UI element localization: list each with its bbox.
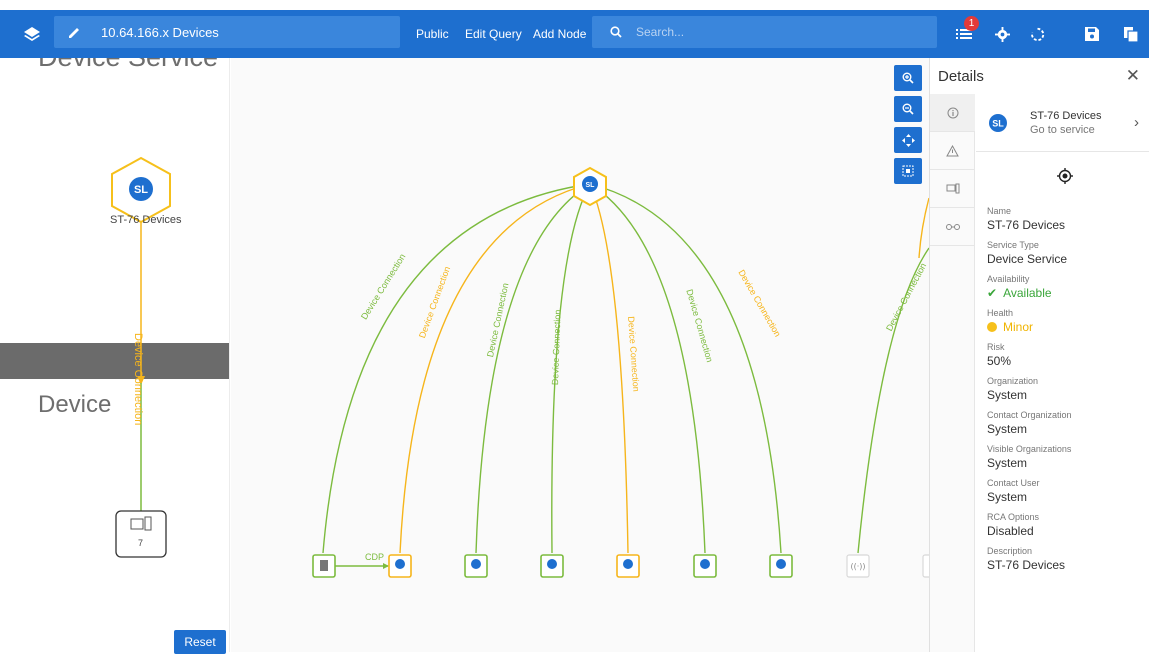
search-placeholder: Search... bbox=[636, 25, 685, 39]
map-title-field[interactable]: 10.64.166.x Devices bbox=[54, 16, 400, 48]
tab-events[interactable] bbox=[930, 132, 975, 170]
health-dot-icon bbox=[987, 322, 997, 332]
service-node-label: ST-76 Devices bbox=[110, 214, 182, 226]
graph-svg: SL ((·)) bbox=[312, 166, 929, 578]
cdp-label: CDP bbox=[365, 552, 385, 562]
prop-availability: ✔ Available bbox=[987, 286, 1147, 300]
pan-button[interactable] bbox=[894, 127, 922, 153]
notification-badge: 1 bbox=[964, 16, 979, 31]
edge-device-connection bbox=[589, 183, 629, 554]
svg-text:SL: SL bbox=[992, 118, 1004, 128]
tab-devices[interactable] bbox=[930, 170, 975, 208]
prop-label-visible-organizations: Visible Organizations bbox=[987, 444, 1072, 454]
reset-button[interactable]: Reset bbox=[174, 630, 226, 654]
search-input[interactable]: Search... bbox=[592, 16, 937, 48]
prop-label-organization: Organization bbox=[987, 376, 1039, 386]
graph-canvas[interactable]: SL ((·)) Device Connection Device Connec… bbox=[231, 58, 929, 652]
sl1-logo-icon bbox=[395, 559, 405, 569]
service-card[interactable]: SL ST-76 Devices Go to service › bbox=[976, 94, 1149, 152]
info-icon bbox=[947, 107, 958, 118]
prop-label-contact-organization: Contact Organization bbox=[987, 410, 1072, 420]
prop-value-contact-organization: System bbox=[987, 422, 1028, 436]
device-icon bbox=[946, 183, 959, 193]
sl1-logo-icon bbox=[547, 559, 557, 569]
prop-label-service-type: Service Type bbox=[987, 240, 1039, 250]
prop-value-service-type: Device Service bbox=[987, 252, 1068, 266]
zoom-out-icon bbox=[902, 103, 914, 115]
go-to-service-link[interactable]: Go to service bbox=[1030, 124, 1130, 136]
search-icon bbox=[610, 26, 622, 38]
prop-value-organization: System bbox=[987, 388, 1028, 402]
zoom-out-button[interactable] bbox=[894, 96, 922, 122]
link-icon bbox=[945, 223, 960, 230]
edge-device-connection bbox=[589, 183, 706, 554]
details-title: Details bbox=[938, 67, 984, 85]
sl1-logo-icon bbox=[700, 559, 710, 569]
prop-value-name: ST-76 Devices bbox=[987, 218, 1066, 232]
zoom-controls bbox=[894, 65, 922, 189]
details-tabs bbox=[930, 94, 975, 652]
tab-info[interactable] bbox=[930, 94, 975, 132]
prop-label-health: Health bbox=[987, 308, 1014, 318]
prop-label-rca-options: RCA Options bbox=[987, 512, 1040, 522]
prop-value-risk: 50% bbox=[987, 354, 1012, 368]
add-node-button[interactable]: Add Node bbox=[533, 10, 586, 58]
warning-icon bbox=[946, 144, 959, 156]
prop-label-risk: Risk bbox=[987, 342, 1005, 352]
prop-label-availability: Availability bbox=[987, 274, 1030, 284]
details-properties: Name ST-76 Devices Service Type Device S… bbox=[987, 198, 1147, 572]
edge-device-connection bbox=[475, 183, 591, 554]
gear-icon[interactable] bbox=[990, 10, 1014, 58]
pencil-icon bbox=[69, 27, 79, 38]
map-title: 10.64.166.x Devices bbox=[101, 24, 219, 40]
zoom-in-button[interactable] bbox=[894, 65, 922, 91]
zoom-in-icon bbox=[902, 72, 914, 84]
prop-label-name: Name bbox=[987, 206, 1012, 216]
svg-text:SL: SL bbox=[586, 182, 596, 189]
layer-panel: Device Service Device SL ST-76 Devices 7… bbox=[0, 58, 230, 652]
top-strip bbox=[0, 0, 1149, 10]
prop-value-description: ST-76 Devices bbox=[987, 558, 1066, 572]
layers-icon[interactable] bbox=[22, 10, 42, 58]
svg-text:SL: SL bbox=[134, 184, 148, 196]
fit-screen-icon bbox=[902, 165, 914, 177]
sl1-logo-icon: SL bbox=[989, 113, 1007, 132]
prop-value-availability: Available bbox=[1003, 286, 1052, 300]
fit-to-screen-button[interactable] bbox=[894, 158, 922, 184]
close-icon[interactable]: ✕ bbox=[1126, 66, 1140, 86]
edit-query-button[interactable]: Edit Query bbox=[465, 10, 522, 58]
details-header: Details ✕ bbox=[930, 58, 1149, 94]
save-icon[interactable] bbox=[1080, 10, 1104, 58]
server-icon bbox=[320, 560, 328, 571]
prop-label-contact-user: Contact User bbox=[987, 478, 1040, 488]
tab-relationships[interactable] bbox=[930, 208, 975, 246]
device-group-count: 7 bbox=[138, 538, 144, 548]
prop-value-visible-organizations: System bbox=[987, 456, 1028, 470]
layer-graph: SL bbox=[111, 156, 171, 558]
layer-edge-label: Device Connection bbox=[132, 333, 144, 426]
chevron-right-icon[interactable]: › bbox=[1134, 114, 1139, 131]
sl1-logo-icon bbox=[471, 559, 481, 569]
prop-value-health: Minor bbox=[1003, 320, 1034, 334]
sl1-logo-icon bbox=[776, 559, 786, 569]
edge-device-connection bbox=[857, 247, 929, 554]
device-group-node[interactable] bbox=[115, 510, 167, 558]
service-card-name: ST-76 Devices bbox=[1030, 109, 1102, 122]
sl1-logo-icon bbox=[623, 559, 633, 569]
checkmark-icon: ✔ bbox=[987, 286, 998, 300]
prop-label-description: Description bbox=[987, 546, 1033, 556]
prop-health: Minor bbox=[987, 320, 1147, 334]
wireless-icon: ((·)) bbox=[850, 562, 865, 571]
refresh-icon[interactable] bbox=[1025, 10, 1049, 58]
copy-icon[interactable] bbox=[1119, 10, 1143, 58]
public-button[interactable]: Public bbox=[416, 10, 449, 58]
move-arrows-icon bbox=[901, 133, 915, 147]
prop-value-rca-options: Disabled bbox=[987, 524, 1034, 538]
locate-icon[interactable] bbox=[1057, 168, 1073, 184]
prop-value-contact-user: System bbox=[987, 490, 1028, 504]
